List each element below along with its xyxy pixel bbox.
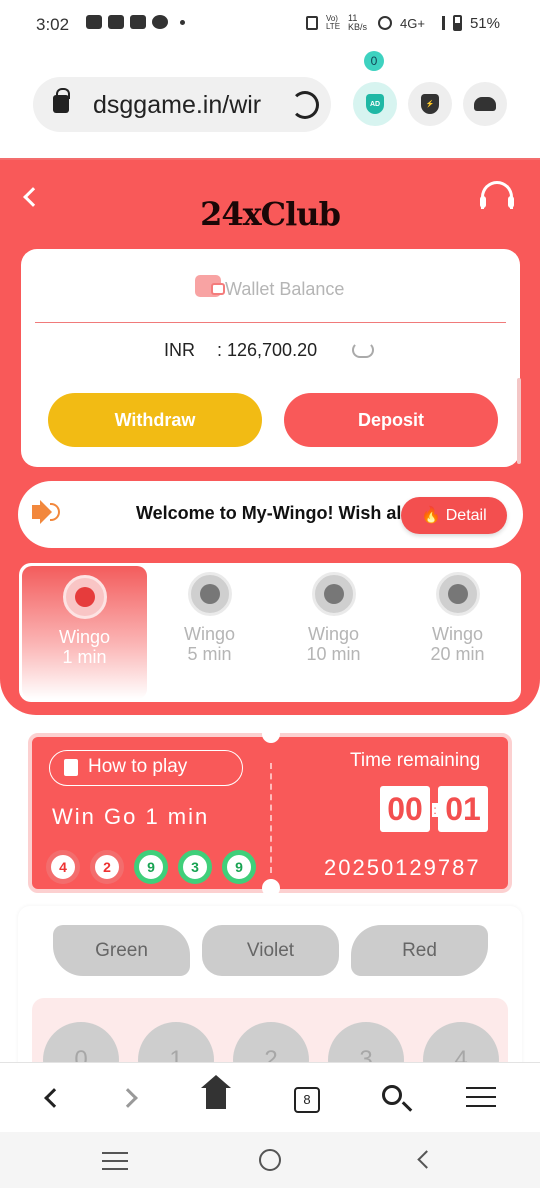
how-to-play-button[interactable]: How to play [49, 750, 243, 786]
hotspot-icon [378, 16, 393, 30]
system-nav-bar [0, 1132, 540, 1188]
wallet-card: Wallet Balance INR : 126,700.20 Withdraw… [21, 249, 520, 467]
currency-label: INR [164, 340, 195, 360]
ad-block-count-badge: 0 [364, 51, 384, 71]
network-type: 4G+ [400, 15, 425, 31]
ticket-divider [270, 763, 272, 873]
how-to-play-label: How to play [88, 756, 188, 777]
notice-text: Welcome to My-Wingo! Wish al [136, 503, 402, 523]
game-name: Win Go 1 min [52, 804, 210, 829]
more-notifications-icon [180, 19, 185, 25]
home-icon[interactable] [201, 1075, 231, 1109]
scroll-indicator [517, 378, 521, 464]
speaker-icon [32, 500, 52, 524]
detail-label: Detail [445, 507, 487, 524]
youtube-icon [130, 15, 146, 29]
status-time: 3:02 [36, 15, 70, 34]
game-mode-tabs: Wingo 1 min Wingo 5 min Wingo 10 min Win… [19, 563, 521, 702]
tab-label-line1: Wingo [58, 627, 111, 647]
bet-red-button[interactable]: Red [351, 925, 488, 976]
recent-results: 4 2 9 3 9 [46, 850, 256, 884]
youtube-icon [108, 15, 124, 29]
tab-label-line2: 1 min [62, 647, 107, 667]
sound-waves-icon [50, 503, 60, 521]
reload-icon[interactable] [291, 91, 319, 119]
notification-icons [86, 15, 185, 29]
volte-icon: Vo) LTE [325, 14, 341, 31]
result-ball: 3 [178, 850, 212, 884]
tab-wingo-1min[interactable]: Wingo 1 min [22, 566, 147, 699]
period-number: 20250129787 [324, 855, 481, 880]
result-ball: 4 [46, 850, 80, 884]
bet-violet-button[interactable]: Violet [202, 925, 339, 976]
wallet-balance: : 126,700.20 [217, 340, 318, 360]
result-ball: 9 [222, 850, 256, 884]
tab-label-line1: Wingo [431, 624, 484, 644]
facebook-icon [152, 15, 168, 29]
vibrate-icon [305, 16, 318, 30]
status-bar: 3:02 Vo) LTE 11 KB/s 4G+ 51% [0, 0, 540, 50]
network-speed: 11 KB/s [348, 13, 368, 32]
ad-block-button[interactable]: AD [353, 82, 397, 126]
bet-green-button[interactable]: Green [53, 925, 190, 976]
search-icon[interactable] [382, 1085, 402, 1105]
battery-icon [452, 15, 462, 31]
incognito-button[interactable] [463, 82, 507, 126]
url-text[interactable]: dsggame.in/wir [93, 91, 279, 120]
telegram-icon [86, 15, 102, 29]
wallet-icon [195, 275, 225, 297]
wallet-label: Wallet Balance [225, 279, 345, 299]
tab-wingo-10min[interactable]: Wingo 10 min [271, 563, 396, 702]
signal-icon [433, 16, 445, 30]
protection-button[interactable]: ⚡ [408, 82, 452, 126]
tab-label-line2: 10 min [306, 644, 361, 664]
browser-forward-icon[interactable] [118, 1088, 138, 1108]
deposit-button[interactable]: Deposit [284, 393, 498, 447]
result-ball: 2 [90, 850, 124, 884]
system-home-icon[interactable] [259, 1149, 281, 1171]
incognito-icon [474, 97, 496, 111]
detail-button[interactable]: 🔥 Detail [401, 497, 507, 534]
divider [35, 322, 506, 323]
tab-wingo-5min[interactable]: Wingo 5 min [147, 563, 272, 702]
ticket-notch [262, 725, 280, 743]
notice-bar: Welcome to My-Wingo! Wish al 🔥 Detail [18, 481, 523, 548]
clock-icon [187, 572, 232, 616]
battery-percent: 51% [469, 14, 500, 32]
tab-label-line2: 20 min [430, 644, 485, 664]
shield-bolt-icon: ⚡ [421, 94, 439, 114]
refresh-balance-icon[interactable] [352, 342, 374, 358]
browser-nav-bar: 8 [0, 1062, 540, 1132]
clock-icon [311, 572, 356, 616]
system-back-icon[interactable] [417, 1150, 436, 1169]
tab-label-line2: 5 min [187, 644, 232, 664]
withdraw-button[interactable]: Withdraw [48, 393, 262, 447]
game-card: How to play Win Go 1 min 4 2 9 3 9 Time … [28, 725, 512, 897]
brand-logo: 24xClub [200, 195, 341, 233]
recent-apps-icon[interactable] [102, 1152, 128, 1176]
lock-icon[interactable] [53, 88, 70, 113]
tab-wingo-20min[interactable]: Wingo 20 min [395, 563, 520, 702]
document-icon [64, 759, 78, 776]
address-bar[interactable]: dsggame.in/wir [33, 77, 331, 132]
clock-icon [62, 575, 107, 619]
system-indicators: Vo) LTE 11 KB/s 4G+ 51% [305, 13, 500, 32]
ticket-notch [262, 879, 280, 897]
ad-shield-icon: AD [366, 94, 384, 114]
timer-minutes: 00 [380, 786, 430, 832]
timer-seconds: 01 [438, 786, 488, 832]
tabs-button[interactable]: 8 [294, 1087, 320, 1113]
bet-panel: Green Violet Red 0 1 2 3 4 [18, 906, 522, 1078]
result-ball: 9 [134, 850, 168, 884]
browser-back-icon[interactable] [44, 1088, 64, 1108]
menu-icon[interactable] [466, 1087, 496, 1114]
clock-icon [435, 572, 480, 616]
time-remaining-label: Time remaining [350, 750, 481, 771]
tab-label-line1: Wingo [307, 624, 360, 644]
tab-label-line1: Wingo [183, 624, 236, 644]
